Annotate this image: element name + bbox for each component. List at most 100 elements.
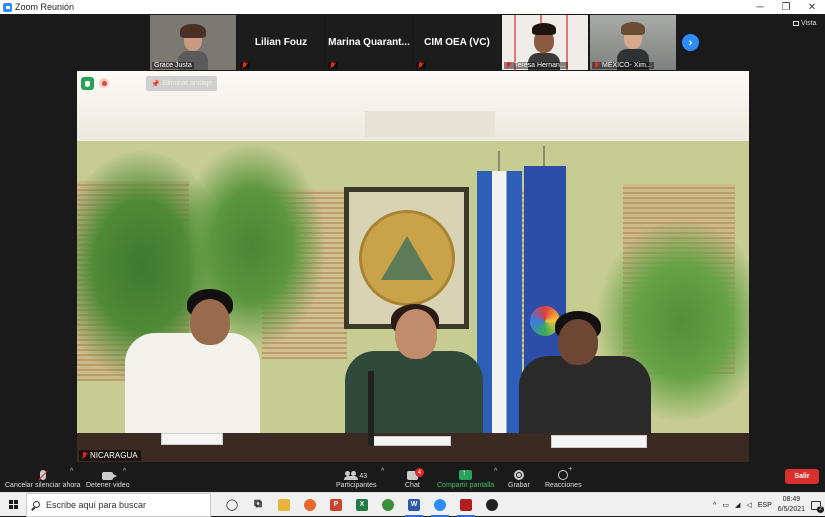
participant-tile[interactable]: Grace Justa [150, 15, 236, 70]
participant-strip: Grace Justa Lilian Fouz Marina Quarant..… [150, 15, 676, 70]
clock[interactable]: 08:49 6/5/2021 [778, 495, 805, 515]
close-icon[interactable]: ✕ [799, 0, 825, 14]
chat-icon: 4 [406, 468, 424, 480]
taskbar-app-button[interactable]: ◯ [219, 493, 245, 517]
task-view-icon: ⧉ [254, 498, 262, 510]
participant-name: Marina Quarant... [328, 37, 410, 48]
share-options-chevron-icon[interactable]: ^ [494, 468, 497, 475]
taskbar-app-button[interactable] [297, 493, 323, 517]
chrome-icon [382, 498, 394, 511]
participant-name: MEXICO- Xim... [592, 62, 654, 69]
reactions-icon [558, 466, 572, 480]
cortana-icon: ◯ [225, 499, 239, 511]
restore-icon[interactable]: ❐ [773, 0, 799, 14]
participant-muted-indicator [240, 62, 250, 69]
recording-icon [99, 78, 109, 88]
participant-tile[interactable]: MEXICO- Xim... [590, 15, 676, 70]
participant-tile[interactable]: Lilian Fouz [238, 15, 324, 70]
unmute-button[interactable]: Cancelar silenciar ahora [5, 463, 80, 489]
meeting-controls: Cancelar silenciar ahora ^ Detener video… [0, 462, 825, 492]
taskbar-app-button[interactable] [479, 493, 505, 517]
record-icon [513, 470, 524, 480]
taskbar-apps: ◯ ⧉ P X W [219, 493, 505, 517]
microphone [368, 371, 374, 446]
pin-icon: 📌 [151, 80, 160, 88]
taskbar-search[interactable]: Escribe aquí para buscar [26, 492, 211, 517]
participant-name: Grace Justa [152, 62, 194, 69]
taskbar-app-button[interactable]: W [401, 493, 427, 517]
notifications-icon[interactable]: 2 [811, 500, 824, 513]
view-label: Vista [801, 20, 817, 27]
media-app-icon [460, 498, 472, 511]
clock-date: 6/5/2021 [777, 506, 805, 513]
word-icon: W [408, 498, 420, 511]
mic-muted-icon [594, 62, 600, 69]
zoom-window: Zoom Reunión ─ ❐ ✕ Grace Justa Lilian Fo… [0, 0, 825, 517]
speaker-name-label: NICARAGUA [79, 450, 141, 461]
notifications-badge: 2 [817, 505, 824, 513]
chat-unread-badge: 4 [414, 468, 424, 477]
taskbar-app-button[interactable] [271, 493, 297, 517]
share-screen-icon [459, 468, 473, 480]
video-options-chevron-icon[interactable]: ^ [123, 468, 126, 475]
windows-taskbar: Escribe aquí para buscar ◯ ⧉ P X W ^ ▭ ◢ ◁ E… [0, 492, 825, 517]
nicaragua-flag [477, 171, 522, 436]
participants-icon [344, 471, 359, 480]
participant-muted-indicator [328, 62, 338, 69]
taskbar-app-button[interactable] [375, 493, 401, 517]
mic-muted-icon [39, 470, 46, 480]
participants-options-chevron-icon[interactable]: ^ [381, 468, 384, 475]
participant-name: Teresa Hernan... [504, 62, 568, 69]
zoom-logo-icon [3, 2, 12, 12]
unpin-button[interactable]: 📌 Eliminar anclaje [146, 76, 218, 91]
mic-muted-icon [82, 452, 88, 459]
next-page-button[interactable]: › [682, 34, 699, 51]
network-icon[interactable]: ◢ [735, 501, 740, 509]
firefox-icon [304, 498, 316, 511]
search-placeholder: Escribe aquí para buscar [46, 499, 147, 510]
chat-button[interactable]: 4 Chat [405, 463, 424, 489]
leave-button[interactable]: Salir [785, 469, 819, 484]
volume-icon[interactable]: ◁ [746, 501, 751, 509]
battery-icon[interactable]: ▭ [722, 501, 729, 509]
security-shield-icon[interactable] [81, 77, 94, 90]
participant-tile[interactable]: Marina Quarant... [326, 15, 412, 70]
participant-count: 43 [359, 473, 368, 480]
minimize-icon[interactable]: ─ [747, 0, 773, 14]
active-speaker-video: 📌 Eliminar anclaje NICARAGUA [77, 71, 749, 462]
start-button[interactable] [0, 493, 26, 517]
excel-icon: X [356, 498, 368, 511]
record-button[interactable]: Grabar [508, 463, 530, 489]
reactions-button[interactable]: Reacciones [545, 463, 582, 489]
title-bar: Zoom Reunión ─ ❐ ✕ [0, 0, 825, 14]
participant-tile[interactable]: CIM OEA (VC) [414, 15, 500, 70]
window-title: Zoom Reunión [15, 2, 75, 12]
participant-tile[interactable]: Teresa Hernan... [502, 15, 588, 70]
taskbar-app-button[interactable] [453, 493, 479, 517]
audio-options-chevron-icon[interactable]: ^ [70, 468, 73, 475]
powerpoint-icon: P [330, 498, 342, 511]
tray-overflow-chevron-icon[interactable]: ^ [713, 502, 716, 509]
taskbar-app-button[interactable] [427, 493, 453, 517]
taskbar-app-button[interactable]: ⧉ [245, 493, 271, 517]
file-explorer-icon [278, 498, 290, 511]
share-screen-button[interactable]: Compartir pantalla [437, 463, 494, 489]
system-tray: ^ ▭ ◢ ◁ ESP 08:49 6/5/2021 2 [713, 493, 825, 517]
search-icon [33, 501, 40, 508]
language-indicator[interactable]: ESP [758, 502, 772, 509]
mic-muted-icon [330, 62, 336, 69]
participant-name: Lilian Fouz [254, 37, 308, 48]
mic-muted-icon [418, 62, 424, 69]
mic-muted-icon [506, 62, 512, 69]
github-icon [486, 498, 498, 511]
taskbar-app-button[interactable]: P [323, 493, 349, 517]
video-camera-icon [102, 472, 118, 480]
grid-view-icon [793, 21, 799, 26]
view-button[interactable]: Vista [793, 20, 816, 27]
participant-muted-indicator [416, 62, 426, 69]
participants-button[interactable]: 43 Participantes [336, 463, 376, 489]
participant-name: CIM OEA (VC) [424, 37, 490, 48]
zoom-icon [434, 498, 446, 511]
taskbar-app-button[interactable]: X [349, 493, 375, 517]
stop-video-button[interactable]: Detener video [86, 463, 130, 489]
